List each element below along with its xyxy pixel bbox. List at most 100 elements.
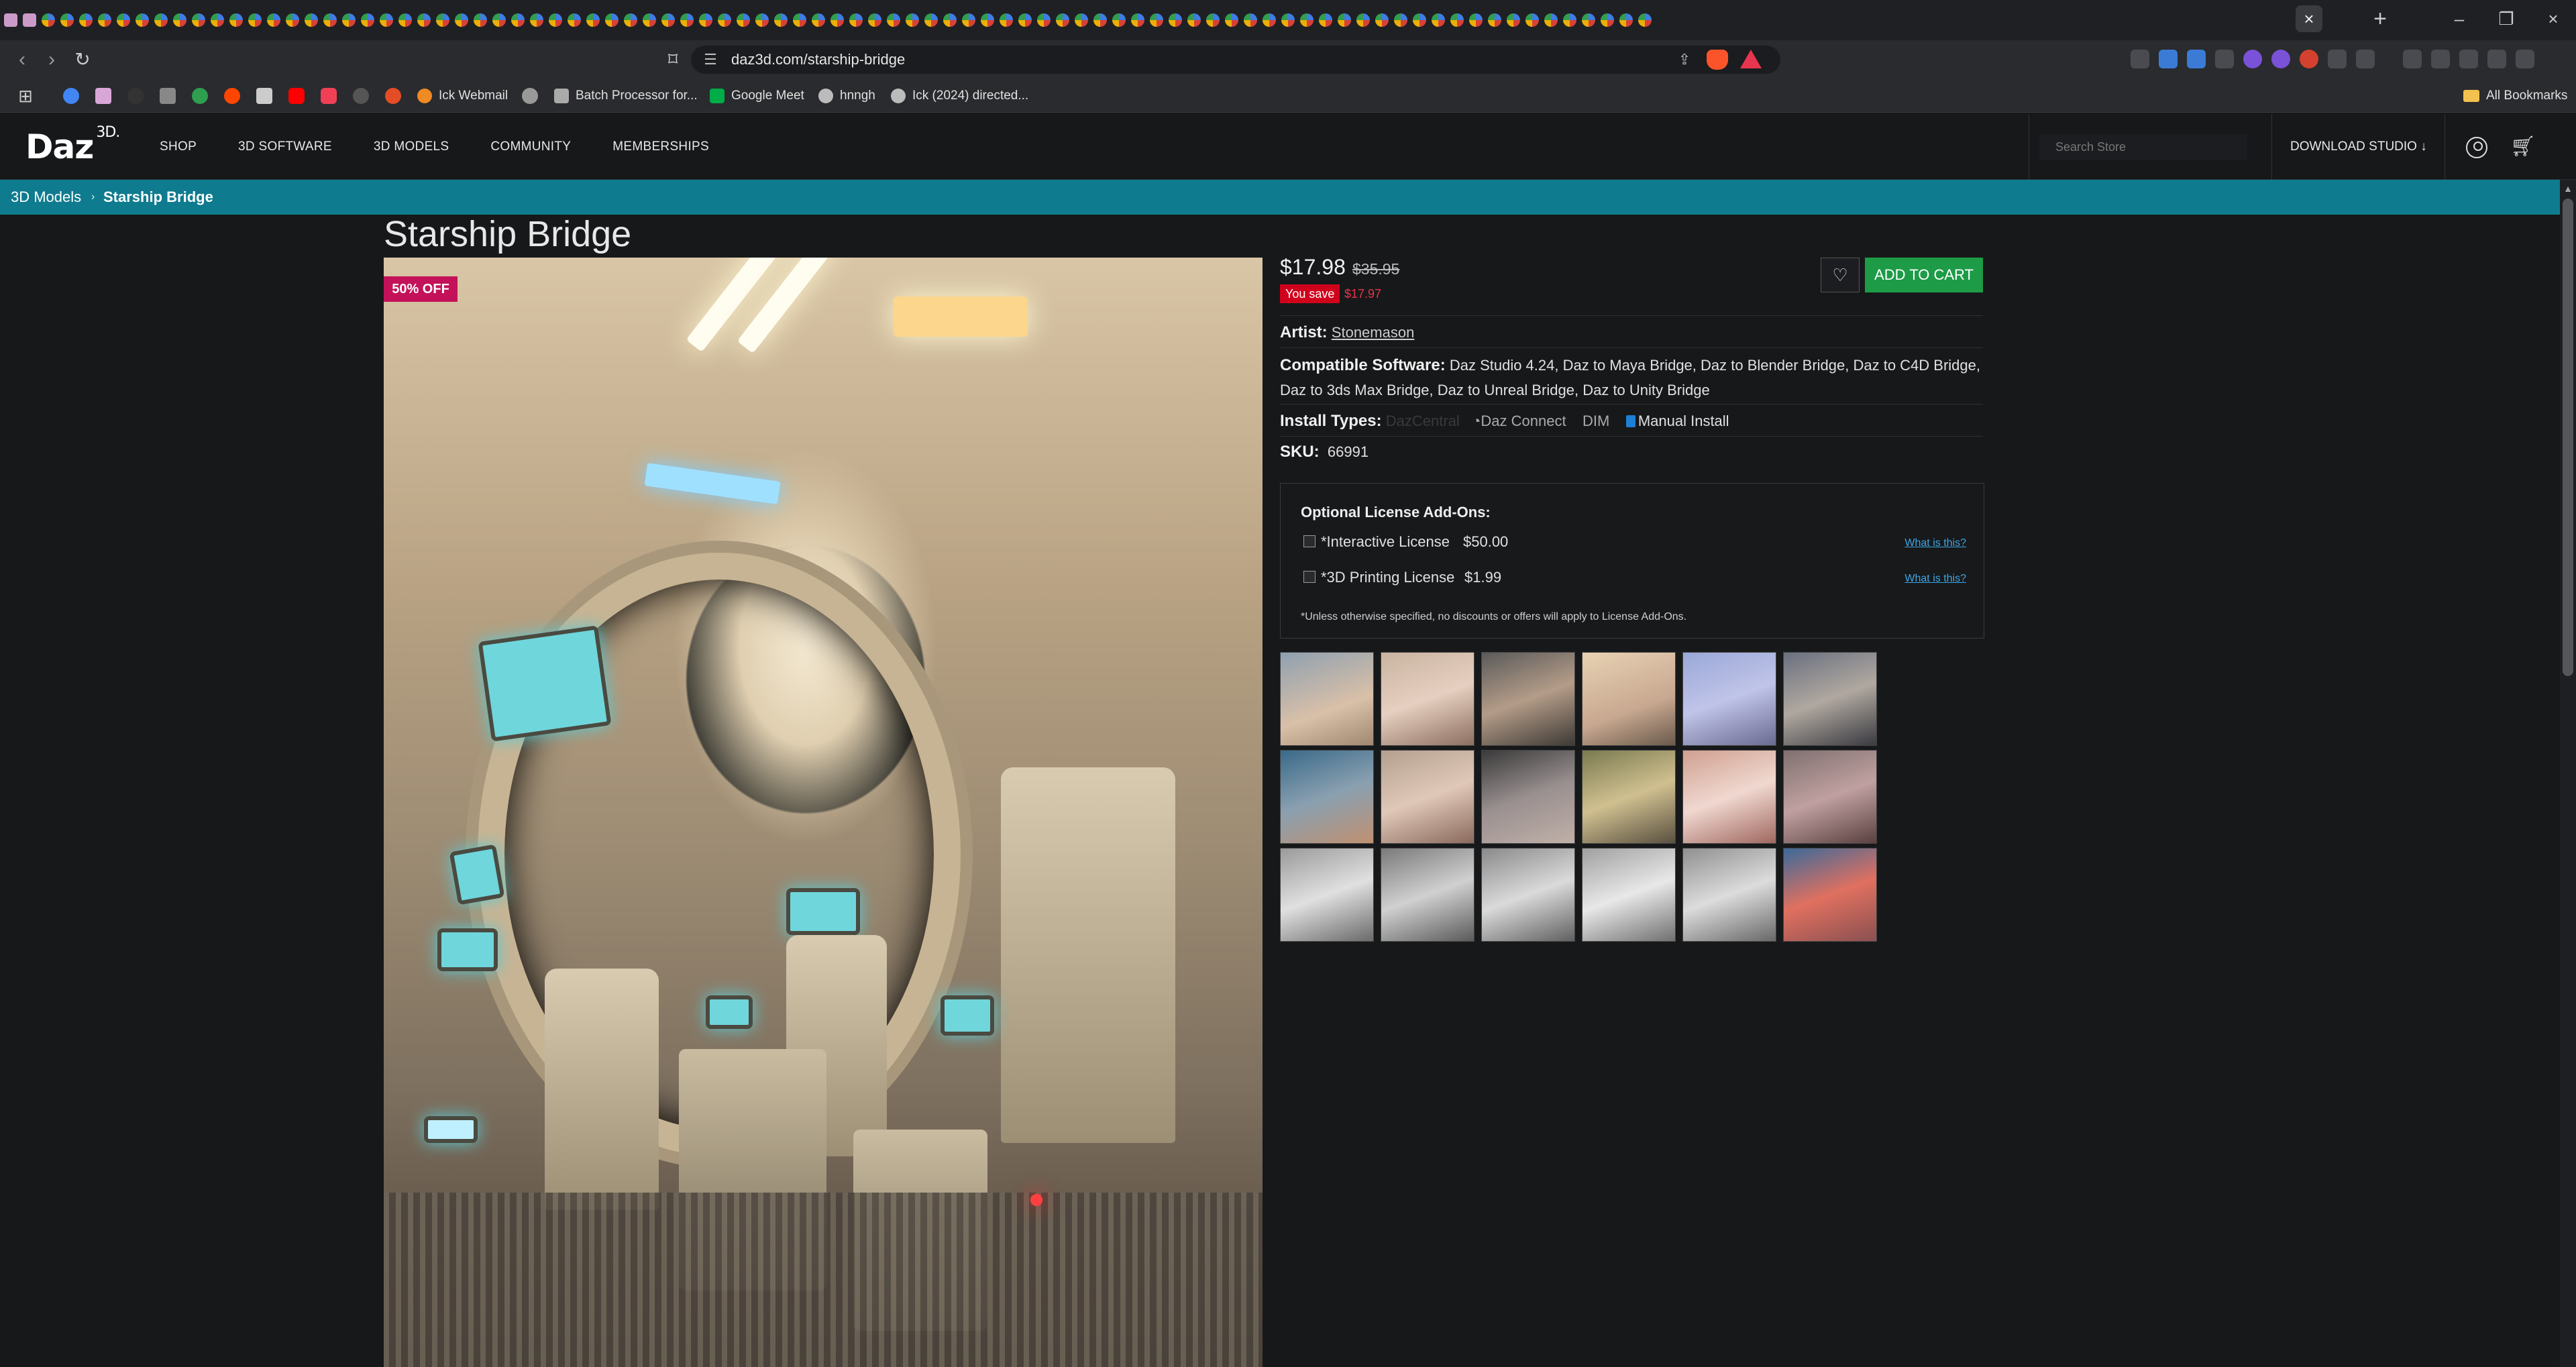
reddit-bookmark-icon[interactable]: [224, 88, 240, 104]
restore-icon[interactable]: ❐: [2486, 5, 2526, 32]
tab-favicon-icon[interactable]: [1075, 13, 1088, 27]
add-to-cart-button[interactable]: ADD TO CART: [1865, 258, 1983, 292]
tab-favicon-icon[interactable]: [1018, 13, 1032, 27]
gallery-thumbnail[interactable]: [1481, 652, 1575, 746]
minimize-icon[interactable]: –: [2439, 5, 2479, 32]
nav-3d-software[interactable]: 3D SOFTWARE: [238, 140, 332, 154]
tab-favicon-icon[interactable]: [211, 13, 224, 27]
bookmark-batch-processor[interactable]: Batch Processor for...: [554, 87, 698, 105]
cart-icon[interactable]: 🛒︎: [2510, 135, 2536, 158]
tab-favicon-icon[interactable]: [1131, 13, 1144, 27]
tab-favicon-icon[interactable]: [1544, 13, 1558, 27]
tab-favicon-icon[interactable]: [1169, 13, 1182, 27]
bookmark-icon[interactable]: [95, 88, 111, 104]
tab-favicon-icon[interactable]: [699, 13, 712, 27]
bookmark-icon[interactable]: [353, 88, 369, 104]
extension-icon[interactable]: [2243, 50, 2262, 68]
nav-3d-models[interactable]: 3D MODELS: [374, 140, 449, 154]
tab-favicon-icon[interactable]: [1093, 13, 1107, 27]
tab-favicon-icon[interactable]: [1375, 13, 1389, 27]
tab-favicon-icon[interactable]: [605, 13, 619, 27]
tab-favicon-icon[interactable]: [248, 13, 262, 27]
tab-favicon-icon[interactable]: [398, 13, 412, 27]
gallery-thumbnail[interactable]: [1481, 750, 1575, 844]
tab-favicon-icon[interactable]: [98, 13, 111, 27]
extension-icon[interactable]: [2159, 50, 2178, 68]
tab-favicon-icon[interactable]: [1563, 13, 1576, 27]
tab-favicon-icon[interactable]: [492, 13, 506, 27]
address-bar[interactable]: ☰ daz3d.com/starship-bridge ⇪: [691, 46, 1780, 74]
bookmark-icon[interactable]: [160, 88, 176, 104]
tab-favicon-icon[interactable]: [1000, 13, 1013, 27]
gallery-thumbnail[interactable]: [1280, 652, 1374, 746]
tab-favicon-icon[interactable]: [1281, 13, 1295, 27]
search-store-input[interactable]: [2039, 134, 2247, 160]
gallery-thumbnail[interactable]: [1682, 750, 1776, 844]
tab-favicon-icon[interactable]: [793, 13, 806, 27]
share-icon[interactable]: ⇪: [1674, 50, 1695, 70]
tab-favicon-icon[interactable]: [1244, 13, 1257, 27]
tab-favicon-icon[interactable]: [1413, 13, 1426, 27]
bookmark-icon[interactable]: [127, 88, 144, 104]
tab-favicon-icon[interactable]: [1507, 13, 1520, 27]
tab-favicon-icon[interactable]: [624, 13, 637, 27]
tab-favicon-icon[interactable]: [1300, 13, 1313, 27]
bookmark-icon[interactable]: [256, 88, 272, 104]
back-icon[interactable]: ‹: [8, 46, 36, 74]
gallery-thumbnail[interactable]: [1381, 652, 1474, 746]
tab-favicon-icon[interactable]: [586, 13, 600, 27]
gallery-thumbnail[interactable]: [1381, 848, 1474, 942]
nav-shop[interactable]: SHOP: [160, 140, 197, 154]
wishlist-heart-icon[interactable]: ♡: [1821, 258, 1860, 292]
pocket-bookmark-icon[interactable]: [321, 88, 337, 104]
interactive-license-what-link[interactable]: What is this?: [1904, 537, 1966, 549]
tab-favicon-icon[interactable]: [643, 13, 656, 27]
tab-favicon-icon[interactable]: [229, 13, 243, 27]
bookmark-ick-2024[interactable]: Ick (2024) directed...: [891, 87, 1028, 105]
tab-favicon-icon[interactable]: [774, 13, 788, 27]
brave-rewards-icon[interactable]: [1740, 50, 1762, 68]
product-main-image[interactable]: [384, 258, 1263, 1367]
tab-favicon-icon[interactable]: [1488, 13, 1501, 27]
tab-favicon-icon[interactable]: [1263, 13, 1276, 27]
tab-favicon-icon[interactable]: [887, 13, 900, 27]
gallery-thumbnail[interactable]: [1783, 652, 1877, 746]
tab-favicon-icon[interactable]: [868, 13, 881, 27]
printing-license-what-link[interactable]: What is this?: [1904, 573, 1966, 585]
gallery-thumbnail[interactable]: [1783, 848, 1877, 942]
vpn-icon[interactable]: [2487, 50, 2506, 68]
tab-favicon-icon[interactable]: [549, 13, 562, 27]
tab-favicon-icon[interactable]: [136, 13, 149, 27]
forward-icon[interactable]: ›: [38, 46, 66, 74]
menu-icon[interactable]: [2516, 50, 2534, 68]
tab-favicon-icon[interactable]: [42, 13, 55, 27]
tab-favicon-icon[interactable]: [1432, 13, 1445, 27]
gallery-thumbnail[interactable]: [1381, 750, 1474, 844]
sidebar-icon[interactable]: [2403, 50, 2422, 68]
interactive-license-checkbox[interactable]: [1303, 535, 1316, 547]
new-tab-icon[interactable]: +: [2367, 5, 2394, 32]
bookmark-google-meet[interactable]: Google Meet: [710, 87, 804, 105]
all-bookmarks[interactable]: All Bookmarks: [2463, 87, 2567, 105]
bookmark-hnngh[interactable]: hnngh: [818, 87, 875, 105]
tab-favicon-icon[interactable]: [830, 13, 844, 27]
bookmark-icon[interactable]: [522, 88, 538, 104]
extension-icon[interactable]: [2356, 50, 2375, 68]
account-icon[interactable]: [2466, 137, 2487, 158]
tab-favicon-icon[interactable]: [323, 13, 337, 27]
tab-favicon-icon[interactable]: [173, 13, 186, 27]
tab-favicon-icon[interactable]: [60, 13, 74, 27]
gallery-thumbnail[interactable]: [1682, 652, 1776, 746]
close-tab-icon[interactable]: ×: [2296, 5, 2322, 32]
tab-favicon-icon[interactable]: [1601, 13, 1614, 27]
gallery-thumbnail[interactable]: [1280, 750, 1374, 844]
tab-favicon-icon[interactable]: [812, 13, 825, 27]
tab-favicon-icon[interactable]: [661, 13, 675, 27]
tab-favicon-icon[interactable]: [737, 13, 750, 27]
download-studio-button[interactable]: DOWNLOAD STUDIO ↓: [2290, 114, 2427, 180]
tab-favicon-icon[interactable]: [117, 13, 130, 27]
tab-favicon-icon[interactable]: [1225, 13, 1238, 27]
gallery-thumbnail[interactable]: [1280, 848, 1374, 942]
extension-icon[interactable]: [2131, 50, 2149, 68]
tab-favicon-icon[interactable]: [417, 13, 431, 27]
